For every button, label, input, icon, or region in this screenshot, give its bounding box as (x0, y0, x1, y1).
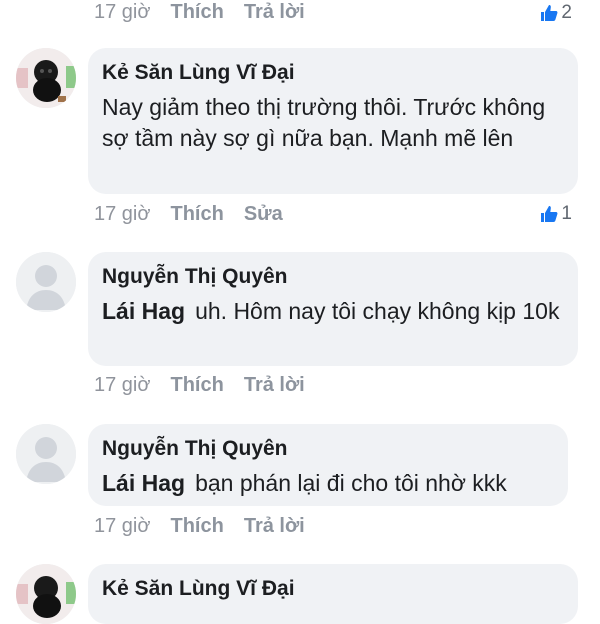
comment-time: 17 giờ (94, 1, 151, 23)
avatar[interactable] (16, 252, 76, 312)
avatar[interactable] (16, 48, 76, 108)
comment-bubble: Nguyễn Thị Quyên Lái Hag bạn phán lại đi … (88, 424, 568, 506)
reply-link[interactable]: Trả lời (244, 514, 305, 538)
default-user-avatar-icon (16, 424, 76, 484)
comment-actions: 17 giờ Thích Trả lời (94, 514, 305, 538)
reply-link[interactable]: Trả lời (244, 0, 305, 24)
like-link[interactable]: Thích (170, 0, 223, 24)
reaction-count[interactable]: 1 (539, 203, 572, 225)
comment-author[interactable]: Kẻ Săn Lùng Vĩ Đại (102, 576, 564, 602)
like-link[interactable]: Thích (170, 514, 223, 538)
reaction-count[interactable]: 2 (539, 2, 572, 24)
comment-text: Lái Hag uh. Hôm nay tôi chạy không kịp 10… (102, 298, 560, 324)
comment-actions: 17 giờ Thích Trả lời (94, 0, 305, 24)
comment-actions: 17 giờ Thích Sửa (94, 202, 283, 226)
comment-bubble: Kẻ Săn Lùng Vĩ Đại (88, 564, 578, 624)
comment-bubble: Nguyễn Thị Quyên Lái Hag uh. Hôm nay tôi … (88, 252, 578, 366)
comment-bubble: Kẻ Săn Lùng Vĩ Đại Nay giảm theo thị trư… (88, 48, 578, 194)
edit-link[interactable]: Sửa (244, 202, 283, 226)
avatar[interactable] (16, 424, 76, 484)
avatar[interactable] (16, 564, 76, 624)
like-link[interactable]: Thích (170, 202, 223, 226)
comment-time: 17 giờ (94, 374, 151, 396)
thumbs-up-icon (541, 5, 558, 21)
reply-link[interactable]: Trả lời (244, 373, 305, 397)
mention-link[interactable]: Lái Hag (102, 470, 185, 496)
black-dog-avatar-icon (16, 564, 76, 624)
comment-text: Lái Hag bạn phán lại đi cho tôi nhờ kkk (102, 470, 507, 496)
default-user-avatar-icon (16, 252, 76, 312)
comment-actions: 17 giờ Thích Trả lời (94, 373, 305, 397)
comment-time: 17 giờ (94, 515, 151, 537)
like-link[interactable]: Thích (170, 373, 223, 397)
thumbs-up-icon (541, 206, 558, 222)
comment-time: 17 giờ (94, 203, 151, 225)
comment-text: Nay giảm theo thị trường thôi. Trước khô… (102, 94, 546, 151)
mention-link[interactable]: Lái Hag (102, 298, 185, 324)
black-dog-avatar-icon (16, 48, 76, 108)
comment-author[interactable]: Nguyễn Thị Quyên (102, 436, 554, 462)
comment-author[interactable]: Kẻ Săn Lùng Vĩ Đại (102, 60, 564, 86)
comment-author[interactable]: Nguyễn Thị Quyên (102, 264, 564, 290)
